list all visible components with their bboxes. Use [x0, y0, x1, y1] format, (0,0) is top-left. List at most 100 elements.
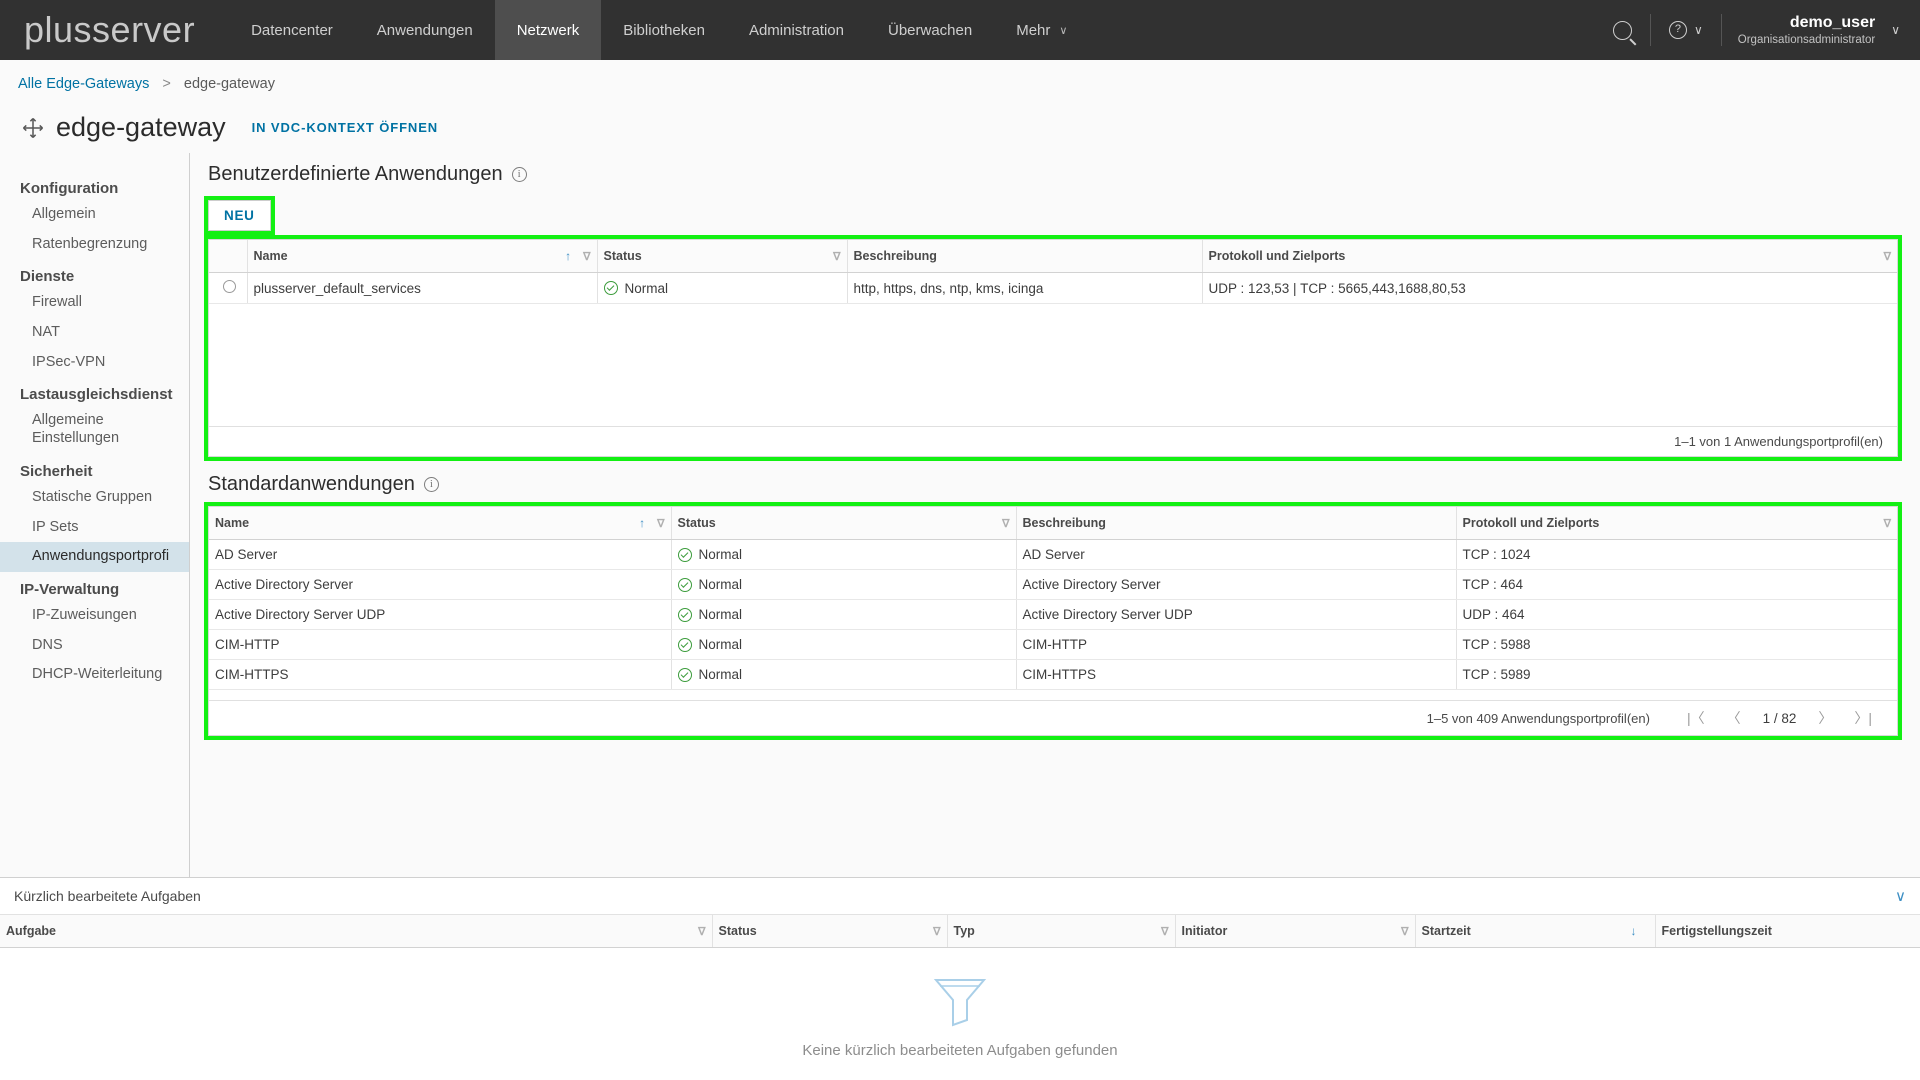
column-header-name[interactable]: Name ↑ ∇ [209, 507, 671, 540]
table-body-2: AD Server Normal AD Server TCP : 1024 Active… [209, 539, 1897, 690]
nav-item-label: Überwachen [888, 21, 973, 39]
new-button[interactable]: NEU [208, 200, 271, 231]
breadcrumb-root-link[interactable]: Alle Edge-Gateways [18, 76, 149, 92]
custom-applications-title: Benutzerdefinierte Anwendungen [208, 163, 503, 185]
sidebar-item-allgemeine-einstellungen[interactable]: Allgemeine Einstellungen [0, 406, 189, 453]
sidebar-item-ipsec-vpn[interactable]: IPSec-VPN [0, 348, 189, 378]
info-icon[interactable]: i [511, 167, 527, 182]
sidebar-item-statische-gruppen[interactable]: Statische Gruppen [0, 483, 189, 513]
column-header-beschreibung[interactable]: Beschreibung [846, 240, 1202, 273]
filter-funnel-icon[interactable]: ∇ [933, 925, 940, 938]
tasks-column-header-startzeit[interactable]: Startzeit ↓ [1414, 914, 1655, 948]
sidebar-item-firewall[interactable]: Firewall [0, 288, 189, 318]
table-row[interactable]: Active Directory Server UDP Normal Active … [209, 599, 1897, 630]
sidebar-item-anwendungsportprofi[interactable]: Anwendungsportprofi [0, 542, 189, 572]
custom-table-count: 1–1 von 1 Anwendungsportprofil(en) [1674, 434, 1883, 449]
column-header-label: Name [253, 249, 288, 263]
table-header-row-2: Name ↑ ∇ Status ∇ Beschreibung Protokoll und Z… [209, 507, 1897, 540]
open-in-vdc-context-link[interactable]: IN VDC-KONTEXT ÖFFNEN [252, 120, 438, 135]
filter-funnel-icon[interactable]: ∇ [1161, 925, 1168, 938]
sidebar-group-konfiguration: Konfiguration [20, 180, 119, 197]
next-page-button[interactable]: 〉 [1807, 708, 1843, 728]
column-header-label: Protokoll und Zielports [1208, 249, 1346, 263]
column-header-label: Status [603, 249, 642, 263]
nav-item-administration[interactable]: Administration [727, 0, 866, 60]
breadcrumb: Alle Edge-Gateways > edge-gateway [0, 60, 1920, 92]
nav-item-mehr[interactable]: Mehr ∨ [994, 0, 1089, 60]
filter-funnel-icon[interactable]: ∇ [698, 925, 705, 938]
last-page-button[interactable]: 〉| [1843, 708, 1883, 728]
content-area: Konfiguration Allgemein Ratenbegrenzung Die… [0, 153, 1920, 877]
standard-table-footer: 1–5 von 409 Anwendungsportprofil(en) |〈 … [209, 700, 1897, 735]
nav-item--berwachen[interactable]: Überwachen [866, 0, 994, 60]
nav-item-datencenter[interactable]: Datencenter [229, 0, 355, 60]
column-header-beschreibung[interactable]: Beschreibung [1015, 507, 1456, 540]
sidebar-item-ip-sets[interactable]: IP Sets [0, 513, 189, 543]
collapse-panel-icon[interactable]: ∨ [1895, 887, 1906, 905]
table-row[interactable]: AD Server Normal AD Server TCP : 1024 [209, 539, 1897, 570]
search-icon [1612, 20, 1632, 40]
prev-page-button[interactable]: 〈 [1716, 708, 1752, 728]
info-icon-2[interactable]: i [423, 477, 439, 492]
sidebar-group-sicherheit: Sicherheit [20, 462, 93, 480]
column-header-protokoll-und-zielports[interactable]: Protokoll und Zielports ∇ [1455, 507, 1897, 540]
tasks-column-header-status[interactable]: Status ∇ [711, 914, 947, 948]
row-select-cell[interactable] [209, 272, 247, 304]
filter-funnel-icon[interactable]: ∇ [1884, 250, 1891, 263]
sidebar-item-allgemein[interactable]: Allgemein [0, 200, 189, 230]
table-row[interactable]: CIM-HTTPS Normal CIM-HTTPS TCP : 5989 [209, 659, 1897, 690]
column-header-protokoll-und-zielports[interactable]: Protokoll und Zielports ∇ [1201, 240, 1897, 273]
sort-arrow-icon[interactable]: ↑ [639, 516, 645, 530]
chevron-down-icon: ∨ [1059, 24, 1068, 37]
radio-button[interactable] [223, 280, 236, 293]
brand-logo[interactable]: plusserver [0, 0, 229, 60]
help-button[interactable]: ? ∨ [1651, 0, 1721, 60]
column-header-status[interactable]: Status ∇ [670, 507, 1016, 540]
sidebar-item-dns[interactable]: DNS [0, 631, 189, 661]
table-row[interactable]: CIM-HTTP Normal CIM-HTTP TCP : 5988 [209, 629, 1897, 660]
tasks-column-header-aufgabe[interactable]: Aufgabe ∇ [0, 914, 712, 948]
sidebar-item-ratenbegrenzung[interactable]: Ratenbegrenzung [0, 230, 189, 260]
user-menu[interactable]: demo_user Organisationsadministrator ∨ [1722, 0, 1920, 60]
table-header-row: Name ↑ ∇ Status ∇ Beschreibung Protokoll und Z… [209, 240, 1897, 273]
sidebar-item-ip-zuweisungen[interactable]: IP-Zuweisungen [0, 601, 189, 631]
filter-funnel-icon[interactable]: ∇ [833, 250, 840, 263]
tasks-column-header-initiator[interactable]: Initiator ∇ [1174, 914, 1415, 948]
custom-applications-table: Name ↑ ∇ Status ∇ Beschreibung Protokoll und Z… [204, 235, 1902, 461]
cell-name: AD Server [209, 539, 671, 570]
column-header-label: Status [677, 516, 716, 530]
status-label: Normal [698, 577, 743, 592]
sidebar-item-dhcp-weiterleitung[interactable]: DHCP-Weiterleitung [0, 660, 189, 690]
sidebar-item-nat[interactable]: NAT [0, 318, 189, 348]
pagination-controls: |〈 〈 1 / 82 〉 〉| [1676, 708, 1883, 728]
filter-funnel-icon[interactable]: ∇ [657, 517, 664, 530]
recent-tasks-grid: Aufgabe ∇ Status ∇ Typ ∇ Initiator ∇ Startzeit ↓ F… [0, 914, 1920, 948]
nav-item-label: Netzwerk [516, 21, 580, 39]
nav-item-anwendungen[interactable]: Anwendungen [355, 0, 495, 60]
breadcrumb-current: edge-gateway [183, 76, 275, 92]
sort-arrow-icon[interactable]: ↓ [1631, 924, 1637, 938]
cell-ports: TCP : 5989 [1455, 659, 1897, 690]
filter-funnel-icon[interactable]: ∇ [1002, 517, 1009, 530]
sidebar-group-dienste: Dienste [20, 268, 75, 286]
column-header-name[interactable]: Name ↑ ∇ [246, 240, 597, 273]
cell-ports: UDP : 464 [1455, 599, 1897, 630]
table-row[interactable]: plusserver_default_services Normal http, h… [209, 272, 1897, 304]
recent-tasks-header: Kürzlich bearbeitete Aufgaben ∨ [0, 878, 1920, 914]
search-button[interactable] [1595, 0, 1650, 60]
table-row[interactable]: Active Directory Server Normal Active Dire… [209, 569, 1897, 600]
nav-item-bibliotheken[interactable]: Bibliotheken [601, 0, 727, 60]
tasks-column-header-fertigstellungszeit[interactable]: Fertigstellungszeit [1654, 914, 1920, 948]
cell-status: Normal [596, 272, 847, 304]
tasks-column-header-typ[interactable]: Typ ∇ [946, 914, 1175, 948]
first-page-button[interactable]: |〈 [1676, 708, 1716, 728]
main-nav-items: Datencenter Anwendungen Netzwerk Bibliothek… [229, 0, 1089, 60]
filter-funnel-icon[interactable]: ∇ [1884, 517, 1891, 530]
sort-arrow-icon[interactable]: ↑ [565, 249, 571, 263]
nav-item-netzwerk[interactable]: Netzwerk [494, 0, 602, 60]
filter-funnel-icon[interactable]: ∇ [583, 250, 590, 263]
filter-funnel-icon[interactable]: ∇ [1401, 925, 1408, 938]
cell-name: CIM-HTTP [209, 629, 671, 660]
column-header-status[interactable]: Status ∇ [596, 240, 847, 273]
cell-name: Active Directory Server [209, 569, 671, 600]
